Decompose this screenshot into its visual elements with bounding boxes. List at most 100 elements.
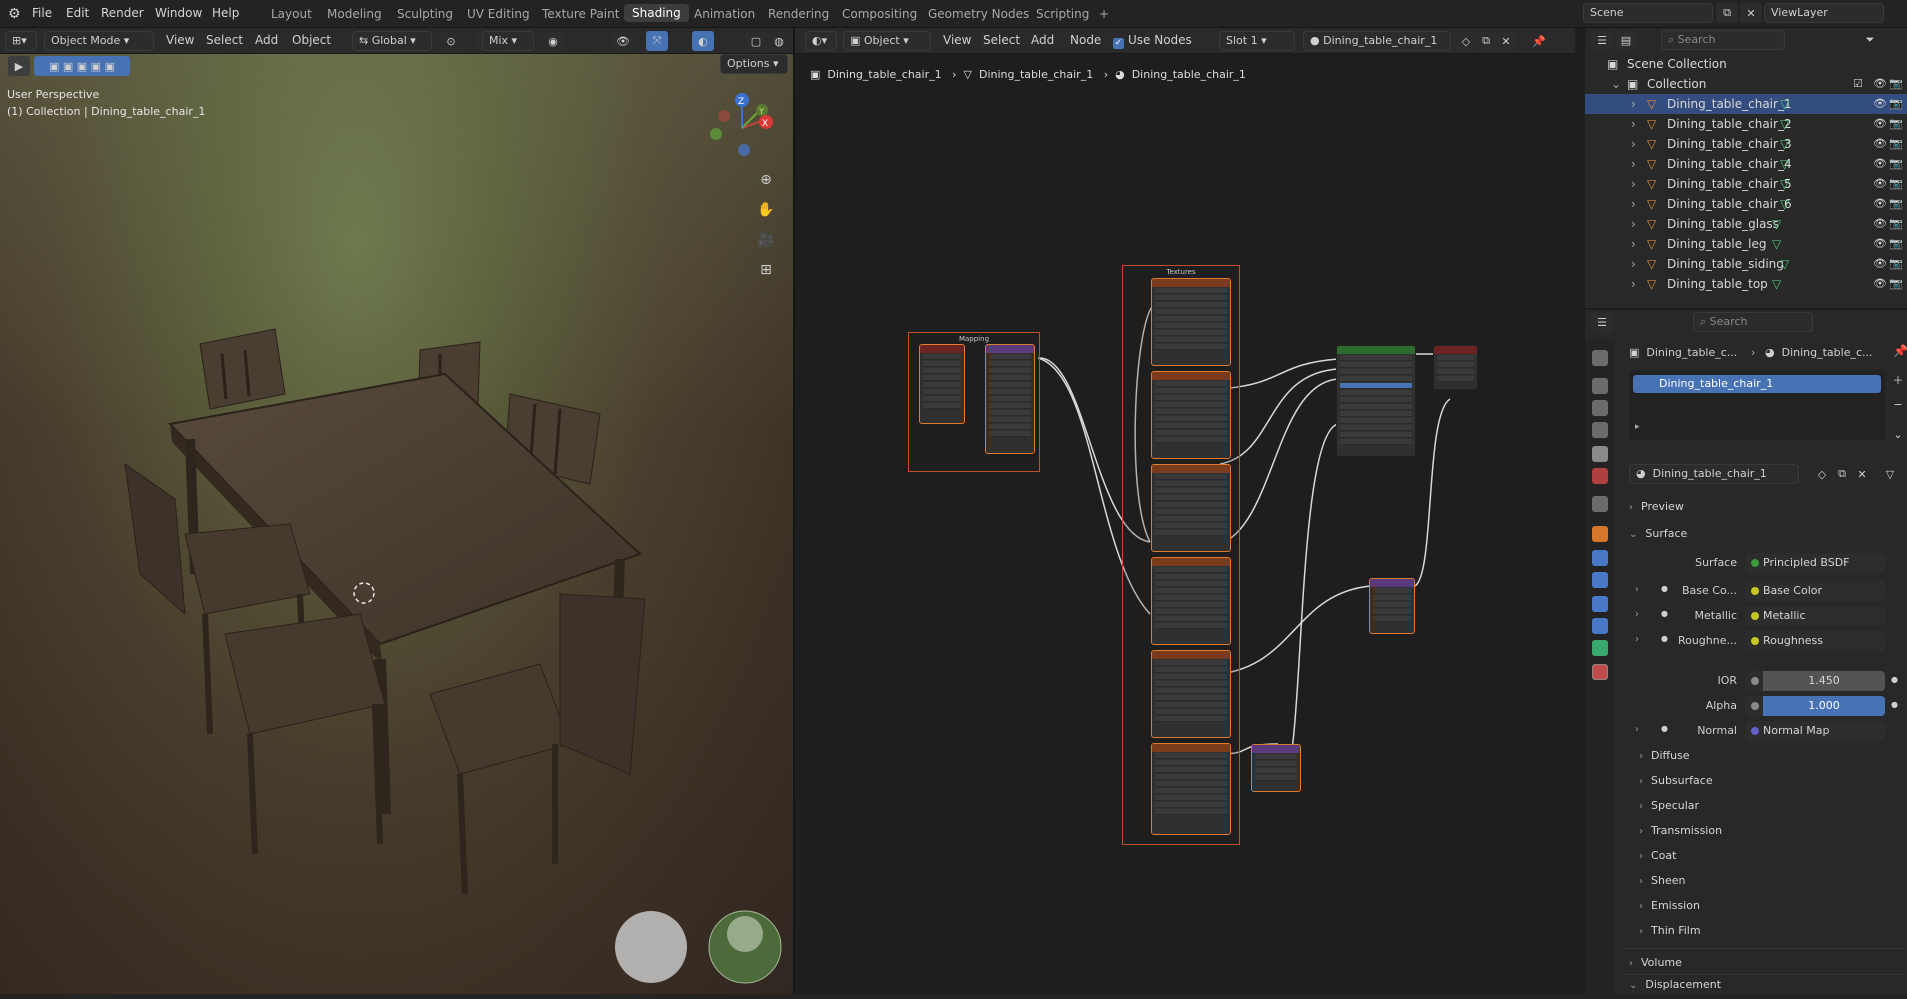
chevron-right-icon[interactable]: ›: [1631, 217, 1636, 231]
add-slot-icon[interactable]: ＋: [1887, 370, 1907, 390]
display-mode-icon[interactable]: ▤: [1615, 30, 1637, 50]
menu-select[interactable]: Select: [206, 33, 243, 47]
collection-row[interactable]: ⌄ ▣ Collection ☑ 👁 📷: [1585, 74, 1907, 94]
editor-type-icon[interactable]: ☰: [1591, 30, 1613, 50]
subsection-subsurface[interactable]: › Subsurface: [1639, 774, 1713, 787]
outliner-item[interactable]: › ▽ Dining_table_chair_5 ▽ 👁 📷: [1585, 174, 1907, 194]
texture-coordinate-node[interactable]: [919, 344, 965, 424]
material-name-field[interactable]: ◕ Dining_table_chair_1: [1629, 464, 1799, 484]
delete-scene-icon[interactable]: ✕: [1740, 3, 1762, 23]
mesh-data-icon[interactable]: ▽: [1780, 197, 1789, 211]
chevron-down-icon[interactable]: ⌄: [1611, 77, 1621, 91]
menu-add[interactable]: Add: [1031, 33, 1054, 47]
eye-icon[interactable]: 👁: [1873, 157, 1887, 170]
3d-viewport[interactable]: ▶ ▣ ▣ ▣ ▣ ▣ Options ▾ User Perspective (…: [0, 54, 793, 994]
remove-slot-icon[interactable]: −: [1887, 394, 1907, 414]
subsection-transmission[interactable]: › Transmission: [1639, 824, 1722, 837]
menu-render[interactable]: Render: [101, 6, 144, 20]
principled-bsdf-node[interactable]: [1336, 345, 1416, 457]
material-slot-list[interactable]: Dining_table_chair_1 ▸: [1629, 370, 1885, 440]
tab-uv-editing[interactable]: UV Editing: [467, 7, 530, 21]
use-nodes-checkbox[interactable]: ✓ Use Nodes: [1113, 33, 1192, 49]
particles-tab-icon[interactable]: [1592, 572, 1608, 588]
material-selector[interactable]: ● Dining_table_chair_1: [1303, 31, 1451, 51]
shader-type-dropdown[interactable]: ▣ Object ▾: [843, 31, 931, 51]
slot-dropdown[interactable]: Slot 1 ▾: [1219, 31, 1295, 51]
normal-map-node[interactable]: [1251, 744, 1301, 792]
menu-edit[interactable]: Edit: [66, 6, 89, 20]
overlay-icon[interactable]: ◐: [692, 31, 714, 51]
mesh-data-icon[interactable]: ▽: [1772, 277, 1781, 291]
outliner-item[interactable]: › ▽ Dining_table_top ▽ 👁 📷: [1585, 274, 1907, 294]
link-type-icon[interactable]: ▽: [1879, 464, 1901, 484]
constraints-tab-icon[interactable]: [1592, 618, 1608, 634]
mesh-data-icon[interactable]: ▽: [1780, 177, 1789, 191]
menu-view[interactable]: View: [166, 33, 194, 47]
unlink-material-icon[interactable]: ✕: [1851, 464, 1873, 484]
outliner-item[interactable]: › ▽ Dining_table_leg ▽ 👁 📷: [1585, 234, 1907, 254]
ior-value[interactable]: 1.450: [1763, 671, 1885, 691]
chevron-right-icon[interactable]: ›: [1631, 97, 1636, 111]
mesh-data-icon[interactable]: ▽: [1780, 117, 1789, 131]
subsection-specular[interactable]: › Specular: [1639, 799, 1699, 812]
blender-logo-icon[interactable]: ⚙: [8, 6, 21, 22]
camera-icon[interactable]: 📷: [1889, 177, 1903, 190]
mesh-data-icon[interactable]: ▽: [1780, 137, 1789, 151]
mesh-data-icon[interactable]: ▽: [1772, 217, 1781, 231]
scene-selector[interactable]: Scene: [1583, 3, 1713, 23]
physics-tab-icon[interactable]: [1592, 596, 1608, 612]
material-output-node[interactable]: [1433, 345, 1478, 390]
outliner-item[interactable]: › ▽ Dining_table_chair_1 ▽ 👁 📷: [1585, 94, 1907, 114]
tab-animation[interactable]: Animation: [694, 7, 755, 21]
expand-icon[interactable]: ▸: [1635, 422, 1640, 432]
image-texture-node[interactable]: [1151, 464, 1231, 552]
tab-compositing[interactable]: Compositing: [842, 7, 917, 21]
chevron-right-icon[interactable]: ›: [1631, 237, 1636, 251]
ior-field[interactable]: 1.450: [1745, 671, 1885, 691]
tab-layout[interactable]: Layout: [271, 7, 312, 21]
image-texture-node[interactable]: [1151, 743, 1231, 835]
duplicate-material-icon[interactable]: ⧉: [1475, 31, 1497, 51]
pin-icon[interactable]: 📌: [1528, 31, 1550, 51]
image-texture-node[interactable]: [1151, 371, 1231, 459]
camera-icon[interactable]: 📷: [1889, 77, 1903, 90]
eye-icon[interactable]: 👁: [1873, 237, 1887, 250]
tool-tab-icon[interactable]: [1592, 350, 1608, 366]
surface-shader-field[interactable]: Principled BSDF: [1745, 553, 1885, 573]
output-tab-icon[interactable]: [1592, 400, 1608, 416]
eye-icon[interactable]: 👁: [1873, 177, 1887, 190]
eye-icon[interactable]: 👁: [1873, 97, 1887, 110]
material-slot-item[interactable]: Dining_table_chair_1: [1633, 375, 1881, 393]
editor-type-icon[interactable]: ☰: [1591, 312, 1613, 332]
camera-icon[interactable]: 📷: [1889, 117, 1903, 130]
modifier-tab-icon[interactable]: [1592, 550, 1608, 566]
chevron-right-icon[interactable]: ›: [1631, 197, 1636, 211]
outliner-search-input[interactable]: ⌕ Search: [1661, 30, 1785, 50]
image-texture-node[interactable]: [1151, 650, 1231, 738]
pivot-icon[interactable]: ⊙: [440, 31, 462, 51]
chevron-right-icon[interactable]: ›: [1631, 157, 1636, 171]
camera-icon[interactable]: 📷: [1889, 137, 1903, 150]
alpha-field[interactable]: 1.000: [1745, 696, 1885, 716]
tab-scripting[interactable]: Scripting: [1036, 7, 1089, 21]
wireframe-shading-icon[interactable]: ◍: [768, 31, 790, 51]
image-texture-node[interactable]: [1151, 557, 1231, 645]
chevron-right-icon[interactable]: ›: [1635, 634, 1639, 645]
mesh-data-icon[interactable]: ▽: [1780, 157, 1789, 171]
eye-icon[interactable]: 👁: [1873, 217, 1887, 230]
chevron-right-icon[interactable]: ›: [1631, 137, 1636, 151]
tab-rendering[interactable]: Rendering: [768, 7, 829, 21]
menu-window[interactable]: Window: [155, 6, 202, 20]
camera-icon[interactable]: 📷: [1889, 197, 1903, 210]
menu-add[interactable]: Add: [255, 33, 278, 47]
add-workspace-button[interactable]: +: [1099, 7, 1109, 21]
area-divider[interactable]: [1575, 28, 1585, 994]
viewlayer-selector[interactable]: ViewLayer: [1764, 3, 1884, 23]
keyframe-dot-icon[interactable]: ●: [1891, 675, 1898, 684]
mesh-data-icon[interactable]: ▽: [1780, 97, 1789, 111]
chevron-right-icon[interactable]: ›: [1635, 724, 1639, 735]
menu-file[interactable]: File: [32, 6, 52, 20]
blend-dropdown[interactable]: Mix ▾: [482, 31, 534, 51]
outliner-item[interactable]: › ▽ Dining_table_siding ▽ 👁 📷: [1585, 254, 1907, 274]
chevron-down-icon[interactable]: ⌄: [1887, 424, 1907, 444]
